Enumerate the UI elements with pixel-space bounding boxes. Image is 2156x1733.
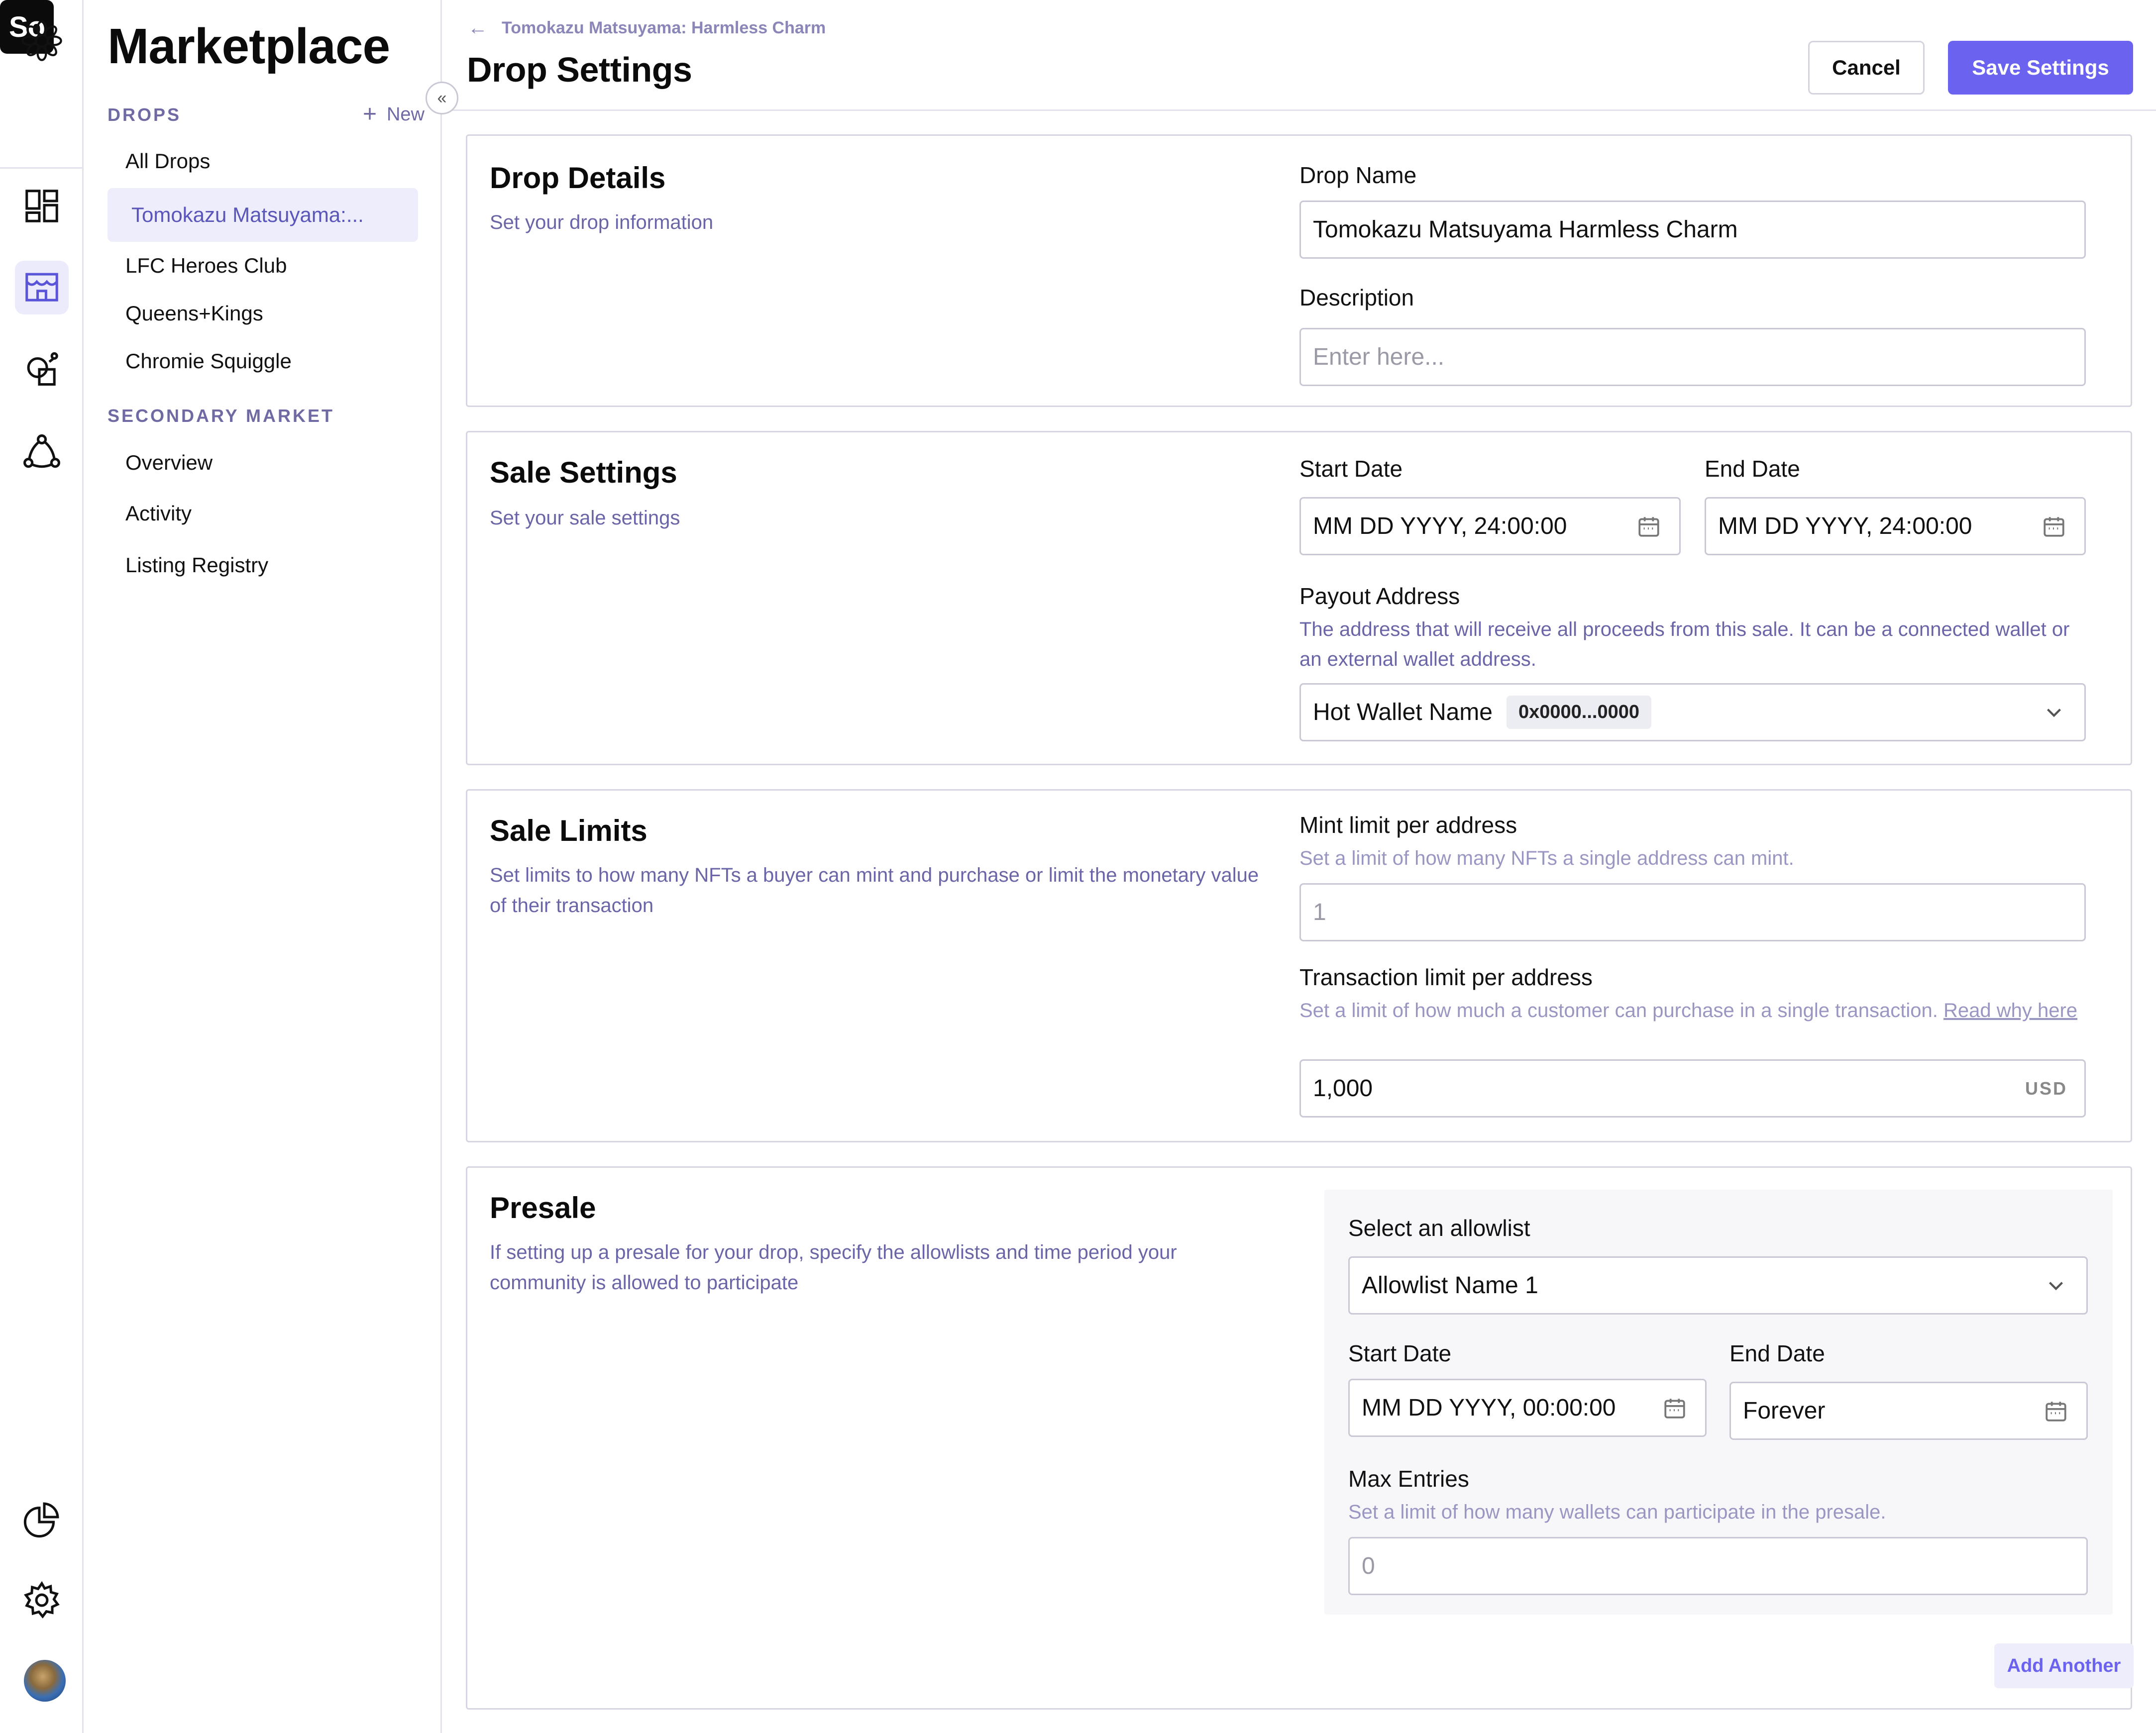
sidebar: Marketplace DROPS + New All Drops Tomoka…: [84, 0, 442, 1733]
presale-end-label: End Date: [1729, 1340, 1825, 1366]
header-divider: [442, 109, 2156, 111]
sale-settings-desc: Set your sale settings: [490, 507, 680, 529]
max-entries-label: Max Entries: [1348, 1466, 1469, 1492]
sidebar-item-listing-registry[interactable]: Listing Registry: [108, 538, 418, 592]
sale-start-date-input[interactable]: MM DD YYYY, 24:00:00: [1299, 497, 1681, 555]
user-avatar[interactable]: [24, 1660, 66, 1702]
transaction-limit-value: 1,000: [1313, 1075, 1373, 1102]
drop-name-label: Drop Name: [1299, 162, 1417, 188]
sale-end-label: End Date: [1705, 456, 1800, 482]
currency-suffix: USD: [2025, 1078, 2067, 1099]
presale-start-date-input[interactable]: MM DD YYYY, 00:00:00: [1348, 1379, 1707, 1437]
mint-limit-placeholder: 1: [1313, 899, 1326, 925]
allowlist-select[interactable]: Allowlist Name 1: [1348, 1256, 2088, 1315]
transaction-limit-label: Transaction limit per address: [1299, 964, 1593, 990]
settings-icon[interactable]: [15, 1573, 69, 1627]
add-another-button[interactable]: Add Another: [1994, 1643, 2134, 1688]
sale-limits-card: Sale Limits Set limits to how many NFTs …: [466, 789, 2132, 1142]
arrow-left-icon: ←: [468, 17, 488, 39]
payout-address-help: The address that will receive all procee…: [1299, 618, 2070, 670]
breadcrumb-label: Tomokazu Matsuyama: Harmless Charm: [502, 18, 826, 37]
sale-limits-title: Sale Limits: [490, 814, 647, 847]
sidebar-item-queens-kings[interactable]: Queens+Kings: [108, 287, 418, 340]
chevrons-left-icon: «: [437, 88, 447, 107]
analytics-icon[interactable]: [15, 1493, 69, 1546]
allowlist-value: Allowlist Name 1: [1362, 1272, 1538, 1299]
max-entries-help: Set a limit of how many wallets can part…: [1348, 1501, 1886, 1523]
sale-settings-title: Sale Settings: [490, 456, 677, 489]
presale-title: Presale: [490, 1191, 596, 1224]
sale-limits-desc: Set limits to how many NFTs a buyer can …: [490, 864, 1259, 917]
drop-details-card: Drop Details Set your drop information D…: [466, 134, 2132, 407]
description-placeholder: Enter here...: [1313, 344, 1445, 370]
presale-card: Presale If setting up a presale for your…: [466, 1166, 2134, 1710]
payout-wallet-select[interactable]: Hot Wallet Name 0x0000...0000: [1299, 683, 2086, 741]
wallet-address-badge: 0x0000...0000: [1506, 696, 1651, 729]
drops-section-label: DROPS: [108, 104, 182, 125]
calendar-icon[interactable]: [2042, 514, 2066, 539]
mint-limit-label: Mint limit per address: [1299, 812, 1517, 838]
description-input[interactable]: Enter here...: [1299, 328, 2086, 386]
sidebar-item-activity[interactable]: Activity: [108, 487, 418, 540]
secondary-market-label: SECONDARY MARKET: [108, 406, 335, 426]
sale-start-value: MM DD YYYY, 24:00:00: [1313, 513, 1567, 539]
drop-name-input[interactable]: Tomokazu Matsuyama Harmless Charm: [1299, 201, 2086, 259]
page-title: Drop Settings: [467, 50, 692, 89]
wallet-name: Hot Wallet Name: [1313, 699, 1493, 725]
icon-rail: So: [0, 0, 84, 1733]
max-entries-input[interactable]: 0: [1348, 1537, 2088, 1595]
collapse-sidebar-button[interactable]: «: [426, 82, 458, 114]
calendar-icon[interactable]: [1636, 514, 1661, 539]
sale-end-value: MM DD YYYY, 24:00:00: [1718, 513, 1972, 539]
max-entries-placeholder: 0: [1362, 1553, 1375, 1579]
sidebar-item-overview[interactable]: Overview: [108, 436, 418, 490]
sale-start-label: Start Date: [1299, 456, 1403, 482]
read-why-link[interactable]: Read why here: [1943, 1000, 2077, 1021]
network-icon[interactable]: [15, 426, 69, 480]
allowlist-label: Select an allowlist: [1348, 1215, 1530, 1241]
logo-flower-icon[interactable]: [15, 14, 69, 68]
plus-icon: +: [362, 101, 377, 127]
main-content: ← Tomokazu Matsuyama: Harmless Charm Dro…: [442, 0, 2156, 1733]
rail-divider: [0, 167, 82, 169]
new-drop-label: New: [386, 103, 425, 125]
drop-name-value: Tomokazu Matsuyama Harmless Charm: [1313, 216, 1738, 243]
presale-start-value: MM DD YYYY, 00:00:00: [1362, 1395, 1616, 1421]
presale-desc: If setting up a presale for your drop, s…: [490, 1241, 1177, 1294]
app-title: Marketplace: [108, 18, 390, 74]
presale-end-value: Forever: [1743, 1398, 1826, 1424]
sidebar-item-all-drops[interactable]: All Drops: [108, 134, 418, 188]
breadcrumb[interactable]: ← Tomokazu Matsuyama: Harmless Charm: [468, 17, 826, 39]
mint-limit-help: Set a limit of how many NFTs a single ad…: [1299, 847, 1794, 869]
cancel-button[interactable]: Cancel: [1808, 41, 1925, 95]
new-drop-button[interactable]: + New: [363, 102, 425, 126]
presale-end-date-input[interactable]: Forever: [1729, 1382, 2088, 1440]
sidebar-item-lfc[interactable]: LFC Heroes Club: [108, 239, 418, 293]
dashboard-icon[interactable]: [15, 179, 69, 233]
sidebar-item-tomokazu[interactable]: Tomokazu Matsuyama:...: [108, 188, 418, 242]
transaction-limit-input[interactable]: 1,000 USD: [1299, 1059, 2086, 1118]
sidebar-item-chromie[interactable]: Chromie Squiggle: [108, 334, 418, 388]
chevron-down-icon: [2047, 708, 2061, 717]
payout-address-label: Payout Address: [1299, 583, 1460, 609]
presale-start-label: Start Date: [1348, 1340, 1452, 1366]
transaction-limit-help-text: Set a limit of how much a customer can p…: [1299, 1000, 1938, 1021]
transaction-limit-help: Set a limit of how much a customer can p…: [1299, 998, 2086, 1023]
calendar-icon[interactable]: [1662, 1396, 1687, 1421]
drop-details-desc: Set your drop information: [490, 211, 714, 233]
sale-end-date-input[interactable]: MM DD YYYY, 24:00:00: [1705, 497, 2086, 555]
mint-limit-input[interactable]: 1: [1299, 883, 2086, 941]
sale-settings-card: Sale Settings Set your sale settings Sta…: [466, 431, 2132, 765]
assets-icon[interactable]: [15, 343, 69, 397]
calendar-icon[interactable]: [2044, 1399, 2068, 1424]
marketplace-icon[interactable]: [15, 261, 69, 314]
presale-allowlist-panel: Select an allowlist Allowlist Name 1 Sta…: [1324, 1190, 2113, 1615]
save-settings-button[interactable]: Save Settings: [1948, 41, 2133, 95]
description-label: Description: [1299, 285, 1414, 310]
drop-details-title: Drop Details: [490, 161, 666, 195]
chevron-down-icon: [2049, 1281, 2063, 1290]
